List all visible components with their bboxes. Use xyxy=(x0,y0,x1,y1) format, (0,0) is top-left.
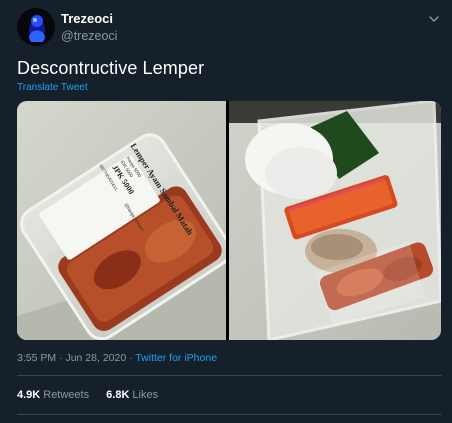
likes-count: 6.8K xyxy=(106,389,130,401)
wrapped-lemper-photo: Lemper Ayam Sambal Matah Harga 5000 IDR … xyxy=(17,101,226,340)
tweet-text: Descontructive Lemper xyxy=(17,58,205,78)
avatar[interactable] xyxy=(17,8,55,46)
tweet-stats: 4.9K Retweets 6.8K Likes xyxy=(17,389,172,401)
user-handle[interactable]: @trezeoci xyxy=(61,28,117,44)
translate-tweet-link[interactable]: Translate Tweet xyxy=(17,82,88,93)
retweets-count: 4.9K xyxy=(17,389,41,401)
likes-label: Likes xyxy=(132,389,159,401)
tweet: Trezeoci @trezeoci Descontructive Lemper… xyxy=(0,0,452,423)
display-name[interactable]: Trezeoci xyxy=(61,11,117,26)
tweet-time[interactable]: 3:55 PM xyxy=(17,352,56,364)
retweets-label: Retweets xyxy=(43,389,90,401)
photo-deconstructed-lemper[interactable] xyxy=(229,101,441,340)
tweet-header: Trezeoci @trezeoci xyxy=(17,8,442,48)
retweets-stat[interactable]: 4.9K Retweets xyxy=(17,389,89,401)
chevron-down-icon xyxy=(429,16,439,22)
divider-bottom xyxy=(17,414,442,415)
deconstructed-lemper-photo xyxy=(229,101,441,340)
tweet-source-link[interactable]: Twitter for iPhone xyxy=(135,352,217,364)
divider-top xyxy=(17,375,442,376)
tweet-meta: 3:55 PM · Jun 28, 2020 · Twitter for iPh… xyxy=(17,352,217,364)
more-options-button[interactable] xyxy=(426,12,442,26)
meta-separator-2: · xyxy=(126,352,136,364)
tweet-date[interactable]: Jun 28, 2020 xyxy=(65,352,126,364)
photo-wrapped-lemper[interactable]: Lemper Ayam Sambal Matah Harga 5000 IDR … xyxy=(17,101,226,340)
avatar-figure-icon xyxy=(17,8,55,46)
user-names: Trezeoci @trezeoci xyxy=(61,11,117,44)
likes-stat[interactable]: 6.8K Likes xyxy=(106,389,158,401)
tweet-photos: Lemper Ayam Sambal Matah Harga 5000 IDR … xyxy=(17,101,441,340)
